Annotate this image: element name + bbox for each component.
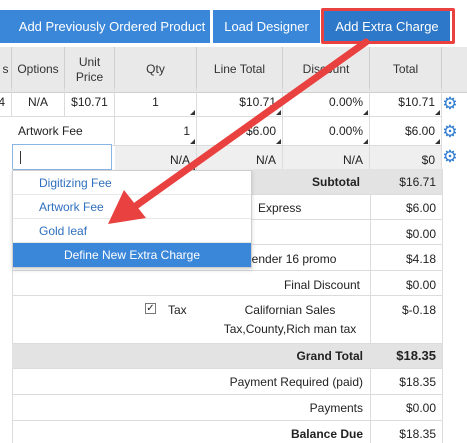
row1-unit-price-label: $10.71 <box>71 95 108 109</box>
col-header-options: Options <box>12 47 65 93</box>
row1-options-label: N/A <box>27 95 48 109</box>
express-label: Express <box>258 201 302 215</box>
resize-triangle-icon <box>435 110 440 115</box>
payments-label: Payments <box>309 401 363 415</box>
resize-triangle-icon <box>190 139 195 144</box>
row2-qty[interactable]: 1 <box>115 117 197 146</box>
grand-total-label: Grand Total <box>296 349 363 363</box>
text-caret <box>20 151 21 164</box>
col-header-actions <box>442 47 467 93</box>
row1-line-total-label: $10.71 <box>239 95 276 109</box>
row3-discount-label: N/A <box>342 153 363 167</box>
gear-icon[interactable]: ⚙ <box>442 123 458 140</box>
divider <box>442 169 443 443</box>
divider <box>12 295 442 296</box>
tax-name-line2: Tax,County,Rich man tax <box>223 322 357 336</box>
toolbar: Add Previously Ordered Product Load Desi… <box>0 0 467 44</box>
add-extra-charge-label: Add Extra Charge <box>335 19 439 34</box>
balance-due-label: Balance Due <box>290 427 363 441</box>
col-header-unit-price-label: Unit Price <box>75 54 104 84</box>
dropdown-item-gold-leaf[interactable]: Gold leaf <box>13 219 251 243</box>
row3-qty-label: N/A <box>169 153 190 167</box>
blank-charge-value[interactable]: $0.00 <box>370 227 442 241</box>
dropdown-item-digitizing-fee[interactable]: Digitizing Fee <box>13 171 251 195</box>
resize-triangle-icon <box>435 139 440 144</box>
row1-index-label: 4 <box>0 95 5 109</box>
divider <box>12 368 442 369</box>
payments-value: $0.00 <box>405 401 436 415</box>
col-header-options-label: Options <box>17 62 59 76</box>
col-header-s-label: s <box>2 62 9 76</box>
divider <box>12 394 442 395</box>
resize-triangle-icon <box>190 110 195 115</box>
row1-index: 4 <box>0 88 12 117</box>
divider <box>12 420 442 421</box>
row3-line-total-label: N/A <box>255 153 276 167</box>
extra-charge-input[interactable] <box>12 144 112 170</box>
row1-discount-label: 0.00% <box>328 95 363 109</box>
resize-triangle-icon <box>363 139 368 144</box>
row1-line-total[interactable]: $10.71 <box>197 88 283 117</box>
resize-triangle-icon <box>276 139 281 144</box>
col-header-qty-label: Qty <box>146 62 165 76</box>
col-header-s: s <box>0 47 12 93</box>
extra-charge-dropdown: Digitizing Fee Artwork Fee Gold leaf Def… <box>12 170 252 268</box>
resize-triangle-icon <box>363 110 368 115</box>
promo-label: pender 16 promo <box>245 252 337 266</box>
row2-name-label: Artwork Fee <box>18 124 83 138</box>
row2-discount-label: 0.00% <box>328 124 363 138</box>
col-header-total-label: Total <box>392 62 419 76</box>
row3-total-label: $0 <box>421 153 435 167</box>
express-value[interactable]: $6.00 <box>370 201 442 215</box>
col-header-line-total-label: Line Total <box>213 62 266 76</box>
row1-discount[interactable]: 0.00% <box>283 88 370 117</box>
final-discount-value[interactable]: $0.00 <box>370 278 442 292</box>
row2-line-total[interactable]: $6.00 <box>197 117 283 146</box>
col-header-total: Total <box>370 47 442 93</box>
row2-discount[interactable]: 0.00% <box>283 117 370 146</box>
row2-line-total-label: $6.00 <box>245 124 276 138</box>
load-designer-button[interactable]: Load Designer <box>213 10 320 43</box>
grand-total-value: $18.35 <box>396 348 436 363</box>
col-header-unit-price: Unit Price <box>65 47 115 93</box>
tax-checkbox[interactable]: ✓ <box>145 303 156 314</box>
col-header-line-total: Line Total <box>197 47 283 93</box>
col-header-discount: Discount <box>283 47 370 93</box>
col-header-qty: Qty <box>115 47 197 93</box>
tax-name-line1: Californian Sales <box>244 303 336 317</box>
payment-required-value: $18.35 <box>399 375 436 389</box>
divider <box>12 270 442 271</box>
resize-triangle-icon <box>276 110 281 115</box>
col-header-discount-label: Discount <box>302 62 350 76</box>
row1-options: N/A <box>12 88 65 117</box>
row2-name[interactable]: Artwork Fee <box>12 117 115 146</box>
add-previously-ordered-product-button[interactable]: Add Previously Ordered Product <box>0 10 210 43</box>
gear-icon[interactable]: ⚙ <box>442 148 458 165</box>
tax-value[interactable]: $-0.18 <box>370 303 442 317</box>
row1-total-label: $10.71 <box>398 95 435 109</box>
subtotal-value: $16.71 <box>399 175 436 189</box>
row2-total-label: $6.00 <box>404 124 435 138</box>
gear-icon[interactable]: ⚙ <box>442 95 458 112</box>
dropdown-item-artwork-fee[interactable]: Artwork Fee <box>13 195 251 219</box>
balance-due-value: $18.35 <box>399 427 436 441</box>
row1-total[interactable]: $10.71 <box>370 88 442 117</box>
define-new-extra-charge-button[interactable]: Define New Extra Charge <box>13 243 251 267</box>
row1-qty-label: 1 <box>152 95 159 109</box>
tax-label: Tax <box>168 303 187 317</box>
promo-value[interactable]: $4.18 <box>370 252 442 266</box>
row1-unit-price: $10.71 <box>65 88 115 117</box>
row2-qty-label: 1 <box>183 124 190 138</box>
row1-qty[interactable]: 1 <box>115 88 197 117</box>
payment-required-label: Payment Required (paid) <box>229 375 363 389</box>
subtotal-label: Subtotal <box>312 175 360 189</box>
row2-total[interactable]: $6.00 <box>370 117 442 146</box>
final-discount-label: Final Discount <box>283 278 360 292</box>
